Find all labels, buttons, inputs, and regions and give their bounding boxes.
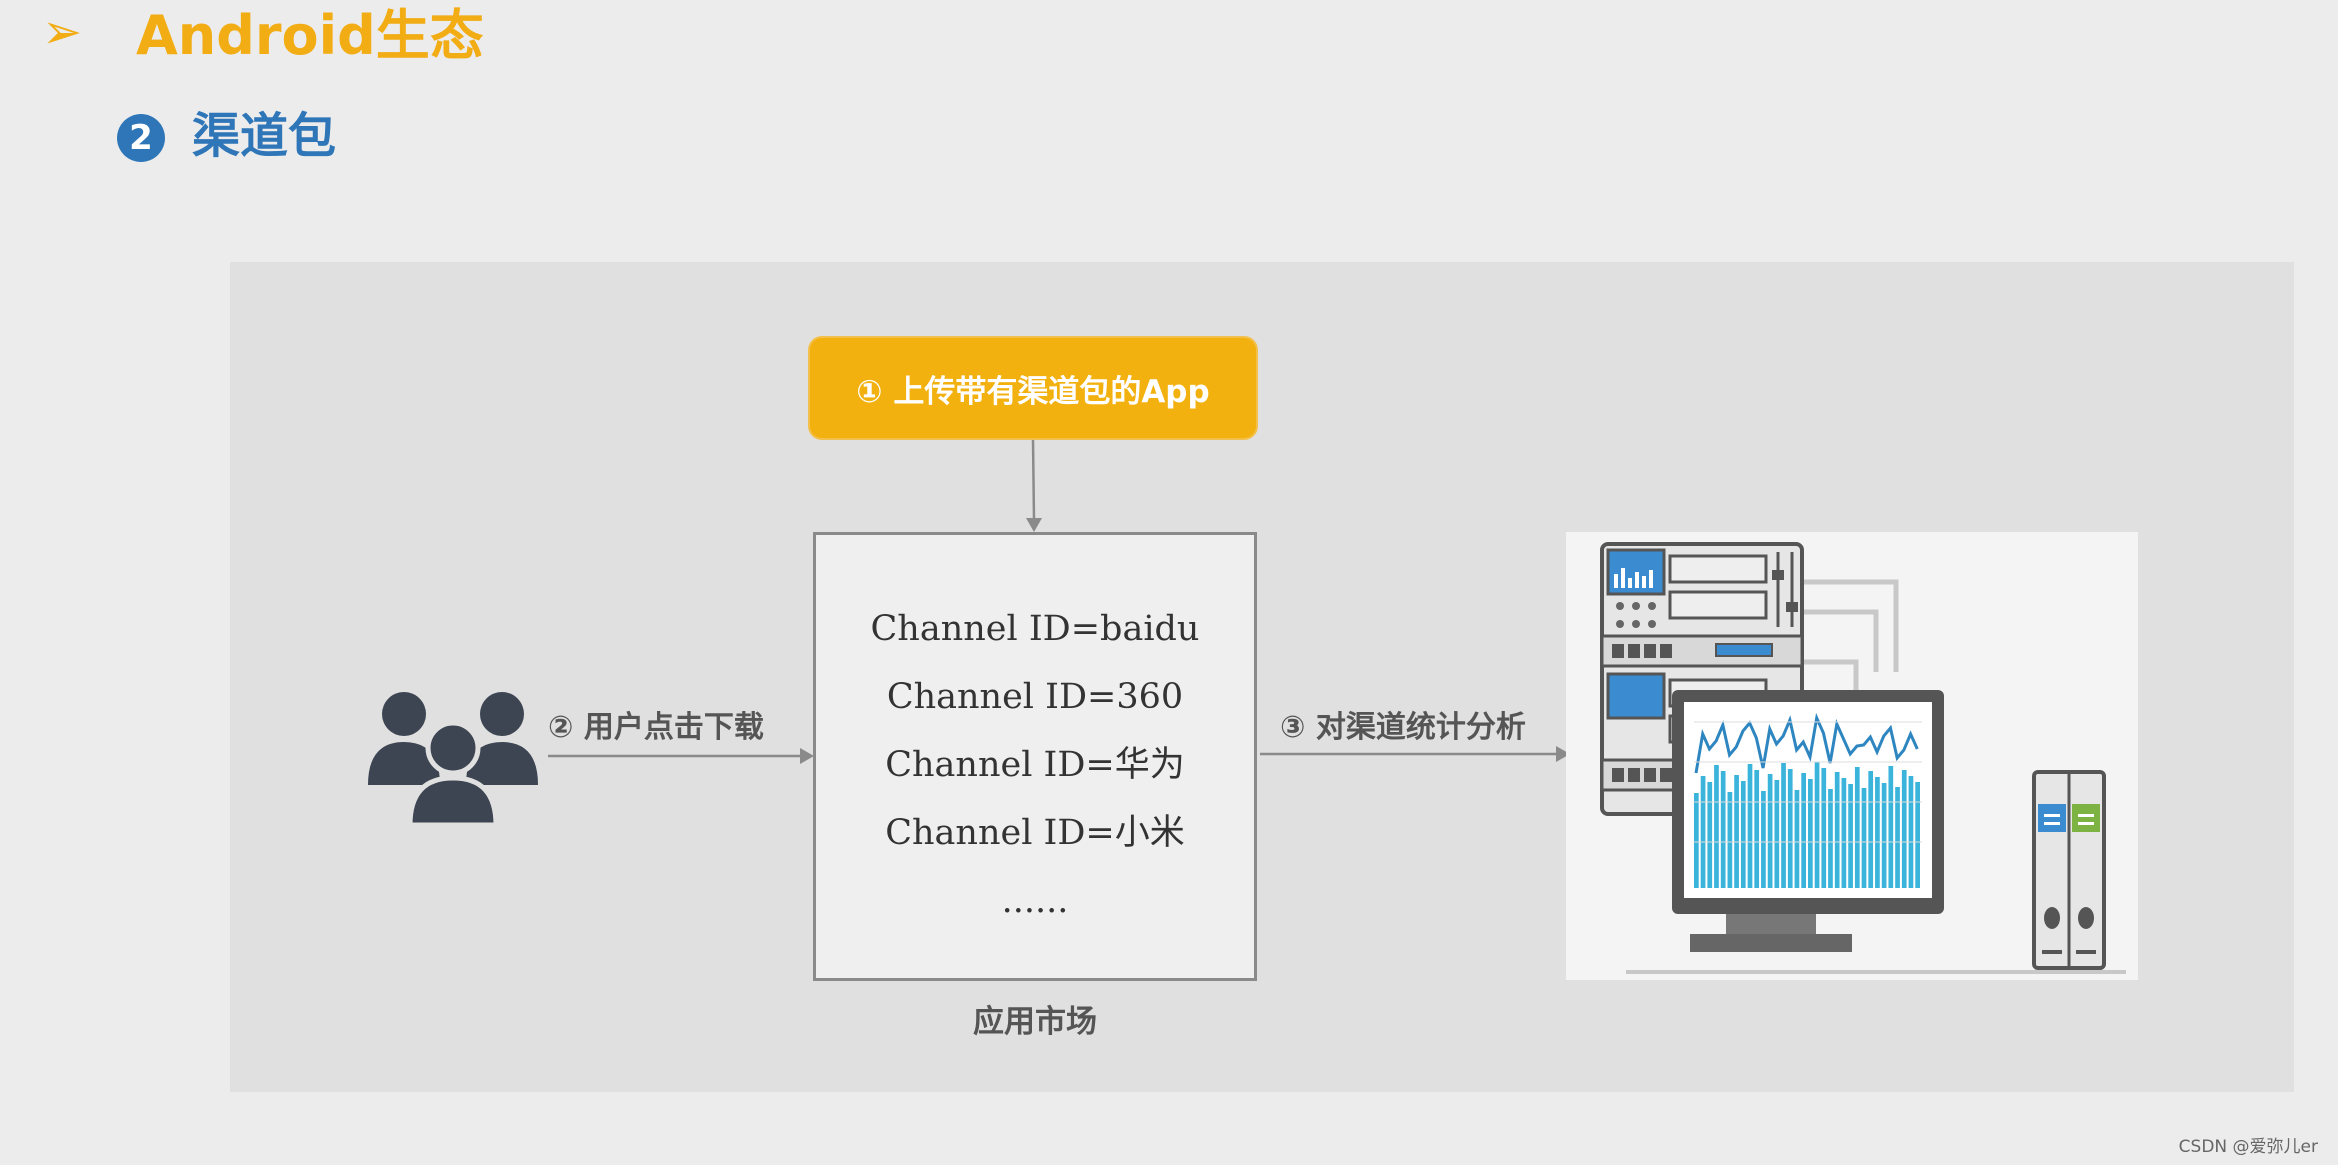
monitor-bar bbox=[1848, 784, 1853, 888]
monitor-bar bbox=[1694, 793, 1699, 888]
monitor-bar bbox=[1868, 771, 1874, 888]
monitor-bar bbox=[1828, 789, 1833, 888]
monitor-bar bbox=[1794, 790, 1800, 888]
watermark: CSDN @爱弥儿er bbox=[2178, 1137, 2318, 1157]
analytics-illustration bbox=[1566, 532, 2138, 980]
monitor-bar bbox=[1727, 792, 1733, 888]
monitor-bar bbox=[1707, 782, 1713, 888]
channel-item: Channel ID=360 bbox=[886, 677, 1184, 717]
monitor-bar bbox=[1821, 768, 1827, 888]
monitor-bar bbox=[1875, 777, 1880, 888]
monitor-bar bbox=[1740, 781, 1746, 888]
monitor-bar bbox=[1720, 771, 1726, 888]
monitor-bar bbox=[1834, 772, 1840, 888]
monitor-bar bbox=[1787, 769, 1793, 888]
step-download-label: ② 用户点击下载 bbox=[548, 710, 764, 745]
monitor-bar bbox=[1761, 791, 1766, 888]
monitor-bar bbox=[1767, 774, 1773, 888]
users-to-market-arrowhead bbox=[800, 748, 814, 764]
monitor-bar bbox=[1888, 766, 1894, 888]
monitor-bar bbox=[1754, 770, 1760, 888]
channel-item: Channel ID=小米 bbox=[885, 813, 1185, 853]
monitor-bar bbox=[1700, 776, 1706, 888]
monitor-bar bbox=[1801, 773, 1806, 888]
app-market-box: Channel ID=baidu Channel ID=360 Channel … bbox=[813, 532, 1257, 981]
monitor-bar bbox=[1915, 782, 1920, 888]
app-market-label: 应用市场 bbox=[973, 1004, 1097, 1040]
channel-item: Channel ID=baidu bbox=[870, 609, 1200, 649]
upload-to-market-arrow bbox=[1031, 439, 1036, 521]
monitor-chart-icon bbox=[1672, 690, 1944, 952]
channel-ellipsis: ...... bbox=[1001, 881, 1069, 921]
monitor-bar bbox=[1714, 765, 1719, 888]
monitor-bar bbox=[1814, 762, 1820, 888]
monitor-bar bbox=[1808, 779, 1813, 888]
monitor-bar bbox=[1781, 763, 1786, 888]
monitor-bar bbox=[1841, 778, 1847, 888]
monitor-bar bbox=[1861, 788, 1867, 888]
monitor-bar bbox=[1881, 783, 1887, 888]
channel-item: Channel ID=华为 bbox=[885, 745, 1185, 785]
upload-to-market-arrowhead bbox=[1026, 518, 1042, 532]
monitor-bar bbox=[1774, 780, 1780, 888]
users-icon bbox=[368, 692, 538, 828]
monitor-bar bbox=[1908, 776, 1914, 888]
monitor-bar bbox=[1901, 770, 1907, 888]
monitor-bar bbox=[1747, 764, 1753, 888]
channel-list: Channel ID=baidu Channel ID=360 Channel … bbox=[816, 603, 1254, 943]
monitor-bar bbox=[1854, 767, 1860, 888]
step-analysis-label: ③ 对渠道统计分析 bbox=[1280, 710, 1526, 745]
monitor-bar bbox=[1734, 775, 1739, 888]
storage-tower-icon bbox=[2032, 770, 2106, 970]
